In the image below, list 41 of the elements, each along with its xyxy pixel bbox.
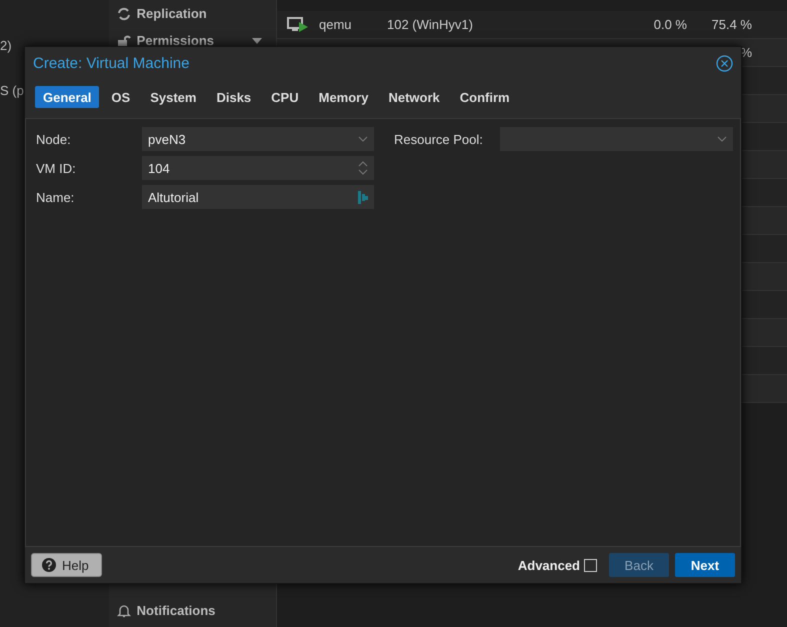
tab[interactable]: Memory <box>310 86 376 108</box>
dialog-title: Create: Virtual Machine <box>33 55 190 72</box>
table-cell: 0.0 % <box>654 17 687 32</box>
tab[interactable]: Network <box>380 86 448 108</box>
table-cell: 102 (WinHyv1) <box>387 17 473 32</box>
dropdown-caret-icon[interactable] <box>358 136 368 142</box>
input-field[interactable]: pveN3 <box>142 127 374 151</box>
tab[interactable]: Confirm <box>452 86 518 108</box>
field-label: Node: <box>36 132 71 146</box>
tab[interactable]: Disks <box>208 86 260 108</box>
advanced-label: Advanced <box>518 558 580 572</box>
tab[interactable]: OS <box>103 86 138 108</box>
field-label: Name: <box>36 190 74 204</box>
caret-icon[interactable] <box>252 38 262 44</box>
tree-item-text: S (p <box>0 83 24 98</box>
sidebar-item[interactable]: Notifications <box>136 603 216 618</box>
dropdown-field[interactable] <box>500 127 733 151</box>
input-field[interactable]: Altutorial <box>142 185 374 209</box>
input-field[interactable]: 104 <box>142 156 374 180</box>
field-label: Resource Pool: <box>394 132 483 146</box>
lock-icon <box>116 34 131 48</box>
tab[interactable]: General <box>35 86 100 108</box>
sync-icon <box>116 6 131 20</box>
table-cell: 75.4 % <box>712 17 752 32</box>
close-icon[interactable] <box>716 55 733 72</box>
spinner-arrows-icon[interactable] <box>358 160 368 176</box>
help-icon <box>42 558 56 572</box>
dropdown-caret-icon[interactable] <box>717 136 727 142</box>
tab[interactable]: CPU <box>263 86 307 108</box>
table-cell: qemu <box>319 17 352 32</box>
sidebar-item[interactable]: Permissions <box>136 33 214 48</box>
tab[interactable]: System <box>142 86 204 108</box>
advanced-checkbox[interactable] <box>584 558 597 572</box>
tree-item-text: 2) <box>0 38 12 53</box>
vm-monitor-icon <box>287 16 309 32</box>
help-button[interactable]: Help <box>31 553 102 577</box>
next-button[interactable]: Next <box>675 553 735 577</box>
table-row[interactable]: qemu 102 (WinHyv1) 0.0 % 75.4 % <box>277 11 787 39</box>
field-label: VM ID: <box>36 160 76 176</box>
bell-icon <box>116 603 131 618</box>
sidebar-item[interactable]: Replication <box>136 6 207 21</box>
